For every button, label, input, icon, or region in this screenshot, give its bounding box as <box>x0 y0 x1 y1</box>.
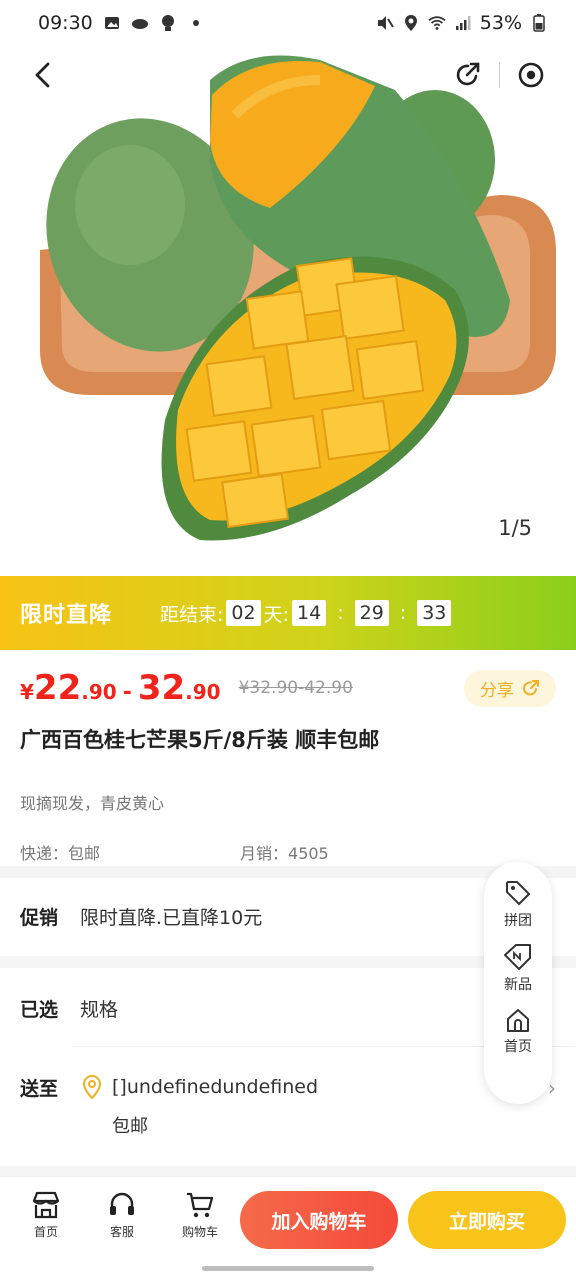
price-dash: - <box>122 680 132 705</box>
price-high-dec: .90 <box>185 680 221 704</box>
countdown-seconds: 33 <box>417 600 452 626</box>
product-meta: 快递：包邮 月销：4505 <box>20 840 556 864</box>
selected-value: 规格 <box>80 999 119 1021</box>
cart-icon <box>187 1192 214 1218</box>
battery-icon <box>530 14 548 32</box>
battery-percent: 53% <box>479 12 522 34</box>
share-top-button[interactable] <box>449 56 487 94</box>
share-icon <box>456 62 480 86</box>
location-icon <box>402 14 420 32</box>
nav-divider <box>499 62 500 88</box>
float-new-label: 新品 <box>504 977 532 993</box>
target-icon <box>518 62 544 88</box>
status-time: 09:30 <box>38 12 93 34</box>
float-new-products[interactable]: 新品 <box>502 942 534 994</box>
more-button[interactable] <box>512 56 550 94</box>
promo-label: 促销 <box>20 907 59 929</box>
original-price: ¥32.90-42.90 <box>238 678 353 698</box>
float-home[interactable]: 首页 <box>504 1006 532 1056</box>
float-group-buy[interactable]: 拼团 <box>503 878 533 930</box>
price-high-int: 32 <box>137 668 186 708</box>
image-counter: 1/5 <box>498 516 532 540</box>
share-button[interactable]: 分享 <box>464 669 556 707</box>
product-title: 广西百色桂七芒果5斤/8斤装 顺丰包邮 <box>20 728 380 752</box>
product-subtitle: 现摘现发，青皮黄心 <box>20 794 165 813</box>
back-button[interactable] <box>26 58 60 92</box>
wifi-icon <box>428 14 446 32</box>
countdown-day-unit: 天: <box>263 603 290 626</box>
store-icon <box>32 1191 60 1219</box>
tab-cart-label: 购物车 <box>181 1225 218 1239</box>
dot-icon <box>187 14 205 32</box>
buy-now-button[interactable]: 立即购买 <box>408 1191 566 1249</box>
price-range: ¥ 22 .90 - 32 .90 <box>20 668 221 708</box>
address-line: []undefinedundefined <box>80 1074 318 1100</box>
section-gap <box>0 1166 576 1176</box>
shipping-info: 快递：包邮 <box>20 844 101 863</box>
countdown-days: 02 <box>226 600 261 626</box>
currency-symbol: ¥ <box>20 680 34 704</box>
tab-cart[interactable]: 购物车 <box>170 1191 230 1240</box>
chevron-left-icon <box>35 62 50 88</box>
share-label: 分享 <box>480 680 514 701</box>
tab-service[interactable]: 客服 <box>92 1191 152 1240</box>
delivery-shipping: 包邮 <box>112 1116 148 1137</box>
flash-sale-bar: 限时直降 距结束: 02 天: 14 : 29 : 33 <box>0 576 576 650</box>
gallery-icon <box>103 14 121 32</box>
share-icon <box>523 680 539 696</box>
mute-icon <box>376 14 394 32</box>
add-to-cart-button[interactable]: 加入购物车 <box>240 1191 398 1249</box>
price-row: ¥ 22 .90 - 32 .90 ¥32.90-42.90 分享 <box>20 650 556 726</box>
countdown-hours: 14 <box>292 600 327 626</box>
product-summary: ¥ 22 .90 - 32 .90 ¥32.90-42.90 分享 广西百色桂七… <box>0 650 576 864</box>
delivery-label: 送至 <box>20 1078 59 1100</box>
status-bar: 09:30 53% <box>0 0 576 46</box>
flash-sale-title: 限时直降 <box>20 603 113 628</box>
top-actions <box>449 56 550 94</box>
tab-store-label: 首页 <box>33 1225 58 1239</box>
countdown-separator: : <box>337 602 344 624</box>
countdown-label: 距结束: <box>160 603 224 626</box>
float-group-buy-label: 拼团 <box>504 913 532 929</box>
delivery-details: []undefinedundefined 包邮 <box>80 1074 318 1138</box>
signal-icon <box>454 14 472 32</box>
floating-menu: 拼团 新品 首页 <box>484 862 552 1104</box>
location-pin-icon <box>82 1074 102 1100</box>
bottom-action-bar: 首页 客服 购物车 加入购物车 立即购买 <box>0 1176 576 1280</box>
float-home-label: 首页 <box>504 1039 532 1055</box>
headset-icon <box>110 1192 134 1215</box>
home-indicator[interactable] <box>202 1266 374 1271</box>
cloud-icon <box>131 14 149 32</box>
monthly-sales: 月销：4505 <box>240 844 329 863</box>
bulb-icon <box>159 14 177 32</box>
promo-value: 限时直降.已直降10元 <box>80 907 263 929</box>
countdown-minutes: 29 <box>354 600 389 626</box>
new-tag-icon <box>504 944 531 970</box>
price-low-int: 22 <box>33 668 82 708</box>
selected-label: 已选 <box>20 999 59 1021</box>
tab-service-label: 客服 <box>109 1225 134 1239</box>
price-low-dec: .90 <box>81 680 117 704</box>
countdown: 距结束: 02 天: 14 : 29 : 33 <box>160 600 454 627</box>
tag-icon <box>506 881 530 905</box>
home-icon <box>507 1009 529 1032</box>
tab-store[interactable]: 首页 <box>16 1191 76 1240</box>
delivery-address: []undefinedundefined <box>112 1076 319 1098</box>
countdown-separator: : <box>399 602 407 624</box>
